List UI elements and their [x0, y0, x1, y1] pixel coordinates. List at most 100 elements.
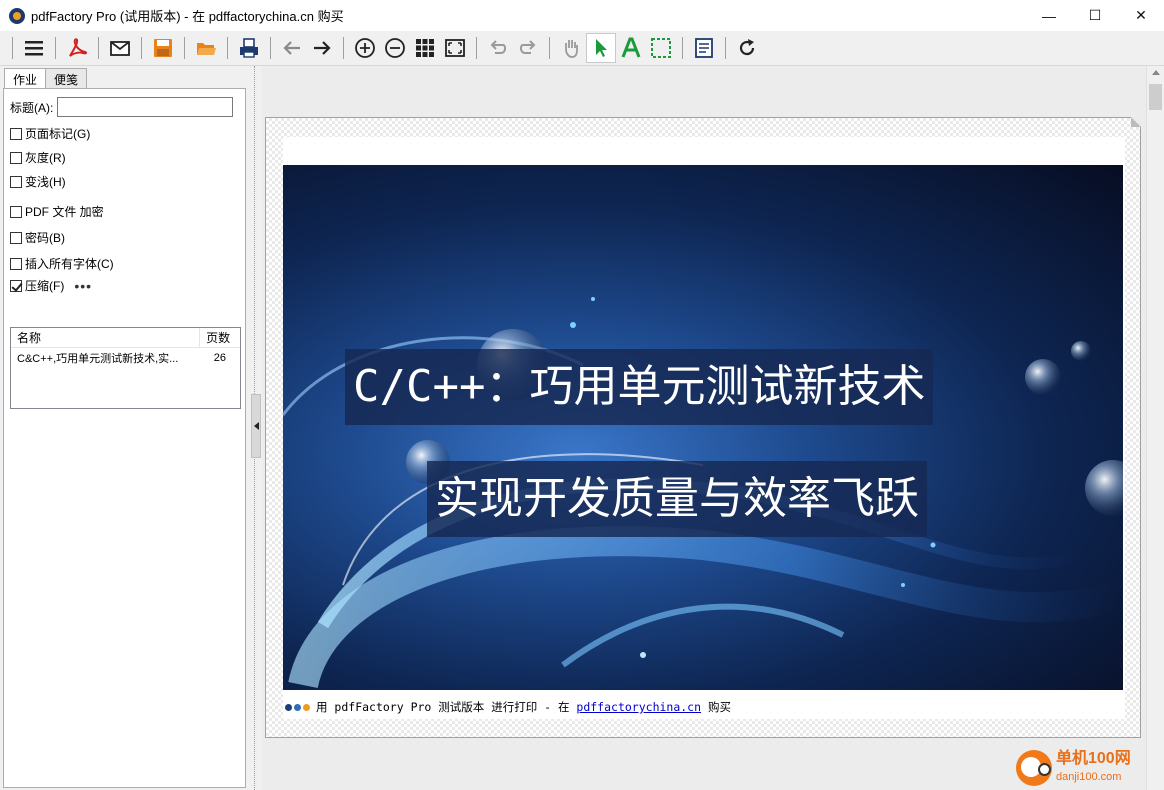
compress-options-button[interactable]: •••: [74, 278, 92, 294]
notes-button[interactable]: [689, 33, 719, 63]
embed-fonts-checkbox[interactable]: 插入所有字体(C): [10, 255, 114, 272]
password-checkbox[interactable]: 密码(B): [10, 229, 65, 246]
undo-icon: [490, 40, 507, 54]
hand-tool-icon: [565, 40, 578, 58]
open-folder-icon: [197, 43, 216, 55]
footer-dot: [285, 703, 292, 711]
job-pages: 26: [213, 352, 226, 364]
page-fold-corner: [1131, 117, 1141, 127]
toolbar-separator: [12, 37, 13, 59]
checkbox-label: 插入所有字体(C): [25, 257, 114, 271]
tab-page: 标题(A): 页面标记(G) 灰度(R) 变浅(H) PDF 文件 加密 密码(…: [3, 88, 246, 788]
encrypt-checkbox[interactable]: PDF 文件 加密: [10, 203, 104, 220]
grayscale-checkbox[interactable]: 灰度(R): [10, 149, 66, 166]
checkbox-label: 灰度(R): [25, 151, 66, 165]
column-header-pages[interactable]: 页数: [200, 328, 240, 348]
checkbox-label: 变浅(H): [25, 175, 66, 189]
title-bar: pdfFactory Pro (试用版本) - 在 pdffactorychin…: [0, 0, 1164, 31]
title-label: 标题(A):: [10, 100, 54, 115]
minimize-button[interactable]: —: [1026, 0, 1072, 31]
zoom-in-button[interactable]: [350, 33, 380, 63]
hand-tool-button[interactable]: [556, 33, 586, 63]
notes-icon: [695, 38, 713, 58]
tab-job[interactable]: 作业: [4, 68, 47, 90]
save-button[interactable]: [148, 33, 178, 63]
cover-image: C/C++：巧用单元测试新技术 实现开发质量与效率飞跃: [283, 165, 1123, 690]
toolbar: [0, 31, 1164, 66]
cover-headline: C/C++：巧用单元测试新技术: [345, 349, 934, 425]
text-tool-button[interactable]: [616, 33, 646, 63]
window-title: pdfFactory Pro (试用版本) - 在 pdffactorychin…: [31, 9, 344, 24]
marquee-select-icon: [651, 38, 671, 58]
footer-link[interactable]: pdffactorychina.cn: [576, 700, 701, 714]
toolbar-separator: [227, 37, 228, 59]
forward-button[interactable]: [307, 33, 337, 63]
refresh-button[interactable]: [732, 33, 762, 63]
job-name: C&C++,巧用单元测试新技术,实...: [17, 353, 179, 365]
maximize-button[interactable]: ☐: [1072, 0, 1118, 31]
toolbar-separator: [141, 37, 142, 59]
menu-icon: [25, 41, 43, 56]
title-input[interactable]: [57, 97, 234, 117]
forward-arrow-icon: [314, 41, 331, 55]
undo-button[interactable]: [483, 33, 513, 63]
toolbar-separator: [343, 37, 344, 59]
list-item[interactable]: C&C++,巧用单元测试新技术,实... 26: [11, 348, 240, 368]
checkbox-label: 密码(B): [25, 231, 65, 245]
back-button[interactable]: [277, 33, 307, 63]
checkbox-box: [10, 151, 22, 164]
toolbar-separator: [270, 37, 271, 59]
redo-button[interactable]: [513, 33, 543, 63]
app-logo-icon: [9, 7, 25, 24]
thumbnails-button[interactable]: [410, 33, 440, 63]
footer-dot: [294, 703, 301, 711]
toolbar-separator: [476, 37, 477, 59]
jobs-list[interactable]: 名称 页数 C&C++,巧用单元测试新技术,实... 26: [10, 327, 241, 409]
scroll-thumb[interactable]: [1149, 84, 1162, 110]
panel-splitter[interactable]: [247, 66, 262, 790]
tab-notes[interactable]: 便笺: [45, 68, 88, 88]
site-watermark: 单机100网 danji100.com: [1016, 748, 1162, 788]
checkbox-box: [10, 175, 22, 188]
back-arrow-icon: [283, 41, 300, 55]
text-tool-icon: [621, 37, 641, 58]
checkbox-box-checked: [10, 279, 22, 292]
watermark-logo-icon: [1016, 750, 1052, 786]
cover-subheadline: 实现开发质量与效率飞跃: [427, 461, 927, 537]
collapse-panel-button[interactable]: [251, 394, 261, 458]
toolbar-separator: [725, 37, 726, 59]
pdf-button[interactable]: [62, 33, 92, 63]
checkbox-label: 压缩(F): [25, 279, 65, 293]
print-button[interactable]: [234, 33, 264, 63]
marquee-select-button[interactable]: [646, 33, 676, 63]
select-arrow-icon: [596, 39, 607, 57]
column-header-name[interactable]: 名称: [11, 327, 201, 348]
page-marks-checkbox[interactable]: 页面标记(G): [10, 125, 90, 142]
preview-area: C/C++：巧用单元测试新技术 实现开发质量与效率飞跃 用 pdfFactory…: [262, 66, 1146, 790]
panel-tabs: 作业 便笺: [4, 68, 88, 90]
email-icon: [110, 41, 130, 56]
select-tool-button[interactable]: [586, 33, 616, 63]
close-button[interactable]: ✕: [1118, 0, 1164, 31]
zoom-out-icon: [385, 38, 405, 58]
scroll-up-icon[interactable]: [1152, 70, 1160, 75]
toolbar-separator: [549, 37, 550, 59]
page-frame: C/C++：巧用单元测试新技术 实现开发质量与效率飞跃 用 pdfFactory…: [265, 117, 1141, 738]
redo-icon: [519, 40, 536, 54]
menu-button[interactable]: [19, 33, 49, 63]
email-button[interactable]: [105, 33, 135, 63]
cover-artwork: [283, 297, 1123, 689]
save-icon: [154, 39, 172, 57]
lighten-checkbox[interactable]: 变浅(H): [10, 173, 66, 190]
compress-checkbox[interactable]: 压缩(F) •••: [10, 277, 92, 294]
toolbar-separator: [184, 37, 185, 59]
checkbox-box: [10, 127, 22, 140]
zoom-out-button[interactable]: [380, 33, 410, 63]
vertical-scrollbar[interactable]: [1146, 66, 1164, 790]
open-button[interactable]: [191, 33, 221, 63]
trial-footer: 用 pdfFactory Pro 测试版本 进行打印 - 在 pdffactor…: [285, 699, 731, 715]
watermark-url: danji100.com: [1056, 771, 1122, 783]
document-page: C/C++：巧用单元测试新技术 实现开发质量与效率飞跃 用 pdfFactory…: [283, 137, 1125, 719]
fit-page-button[interactable]: [440, 33, 470, 63]
job-panel: 作业 便笺 标题(A): 页面标记(G) 灰度(R) 变浅(H) PDF 文件 …: [0, 66, 247, 790]
